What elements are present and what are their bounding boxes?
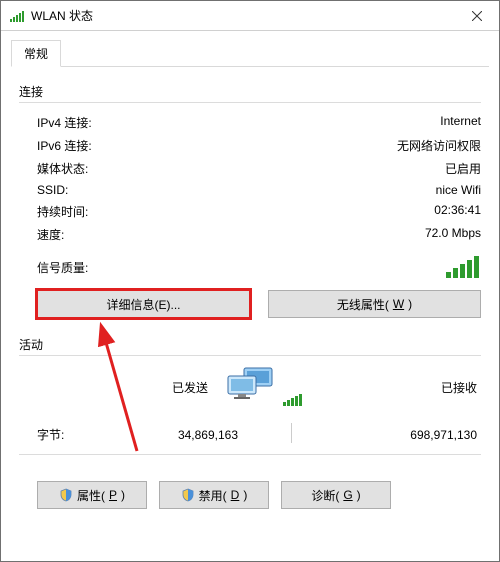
details-button-label: 详细信息(E)... (107, 296, 181, 313)
row-signal: 信号质量: (19, 246, 481, 284)
row-ipv6: IPv6 连接: 无网络访问权限 (19, 134, 481, 157)
group-activity-title: 活动 (19, 336, 481, 353)
signal-bars-icon (446, 256, 481, 278)
wp-pre: 无线属性( (337, 296, 389, 313)
divider (19, 454, 481, 455)
details-button[interactable]: 详细信息(E)... (37, 290, 250, 318)
bytes-separator (246, 423, 336, 446)
close-button[interactable] (454, 1, 499, 31)
signal-icon (9, 8, 25, 24)
tab-content: 连接 IPv4 连接: Internet IPv6 连接: 无网络访问权限 媒体… (1, 67, 499, 519)
row-duration: 持续时间: 02:36:41 (19, 200, 481, 223)
wireless-properties-button[interactable]: 无线属性( W) (268, 290, 481, 318)
tab-strip: 常规 (11, 39, 489, 67)
disable-button[interactable]: 禁用( D) (159, 481, 269, 509)
disable-post: ) (243, 488, 247, 502)
row-ipv4: IPv4 连接: Internet (19, 111, 481, 134)
speed-label: 速度: (37, 226, 425, 243)
disable-pre: 禁用( (199, 487, 227, 504)
detail-button-row: 详细信息(E)... 无线属性( W) (19, 284, 481, 326)
media-value: 已启用 (445, 160, 481, 177)
duration-label: 持续时间: (37, 203, 434, 220)
diag-mn: G (343, 488, 352, 502)
shield-icon (59, 488, 73, 502)
ipv6-value: 无网络访问权限 (397, 137, 481, 154)
row-speed: 速度: 72.0 Mbps (19, 223, 481, 246)
group-connection-title: 连接 (19, 83, 481, 100)
bytes-recv-value: 698,971,130 (336, 428, 481, 442)
diagnose-button[interactable]: 诊断( G) (281, 481, 391, 509)
props-pre: 属性( (77, 487, 105, 504)
wp-mn: W (393, 297, 404, 311)
ipv4-label: IPv4 连接: (37, 114, 440, 131)
wlan-status-window: WLAN 状态 常规 连接 IPv4 连接: Internet IPv6 连接:… (0, 0, 500, 562)
divider (19, 102, 481, 103)
row-media: 媒体状态: 已启用 (19, 157, 481, 180)
props-mn: P (109, 488, 117, 502)
diag-post: ) (357, 488, 361, 502)
disable-mn: D (231, 488, 240, 502)
diag-pre: 诊断( (311, 487, 339, 504)
media-label: 媒体状态: (37, 160, 445, 177)
row-ssid: SSID: nice Wifi (19, 180, 481, 200)
ipv4-value: Internet (440, 114, 481, 131)
activity-icon-cell (216, 366, 306, 409)
bytes-sent-value: 34,869,163 (97, 428, 246, 442)
tab-general[interactable]: 常规 (11, 40, 61, 67)
signal-bars-small-icon (283, 394, 302, 406)
window-title: WLAN 状态 (31, 7, 454, 24)
speed-value: 72.0 Mbps (425, 226, 481, 243)
ipv6-label: IPv6 连接: (37, 137, 397, 154)
bytes-row: 字节: 34,869,163 698,971,130 (19, 409, 481, 452)
duration-value: 02:36:41 (434, 203, 481, 220)
ssid-label: SSID: (37, 183, 436, 197)
bytes-label: 字节: (37, 426, 97, 443)
close-icon (472, 11, 482, 21)
sent-label: 已发送 (37, 379, 216, 396)
shield-icon (181, 488, 195, 502)
received-label: 已接收 (306, 379, 481, 396)
bottom-button-row: 属性( P) 禁用( D) 诊断( G) (19, 463, 481, 509)
props-post: ) (121, 488, 125, 502)
activity-header: 已发送 已接收 (19, 364, 481, 409)
titlebar: WLAN 状态 (1, 1, 499, 31)
signal-label: 信号质量: (37, 259, 446, 276)
ssid-value: nice Wifi (436, 183, 481, 197)
network-monitors-icon (220, 366, 280, 409)
wp-post: ) (408, 297, 412, 311)
properties-button[interactable]: 属性( P) (37, 481, 147, 509)
divider (19, 355, 481, 356)
